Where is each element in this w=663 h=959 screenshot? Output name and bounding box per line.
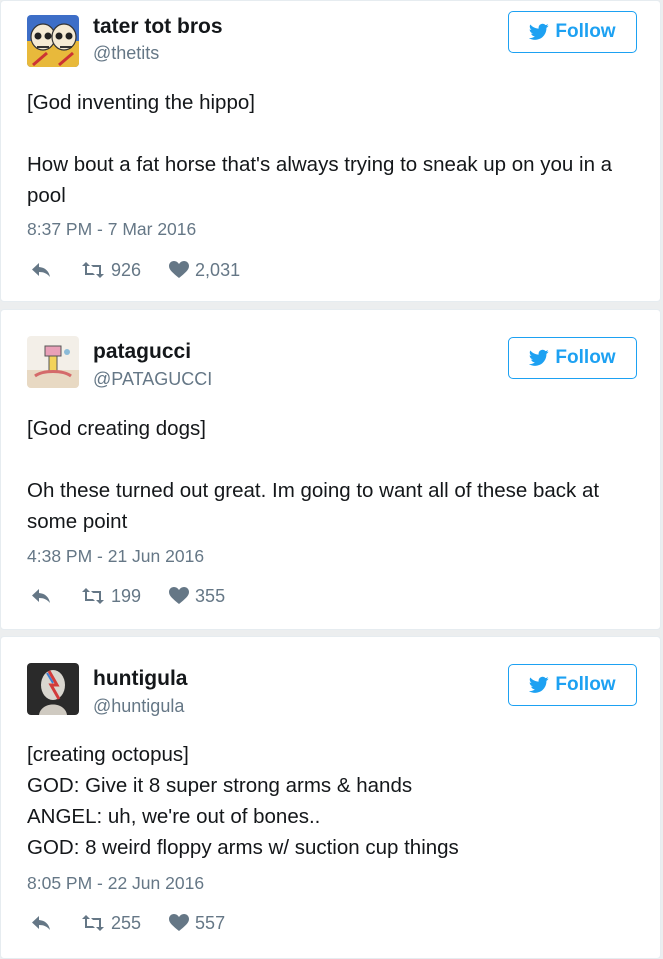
retweet-count: 199	[111, 585, 142, 606]
tweet-line: [God inventing the hippo]	[27, 91, 255, 114]
bird-icon	[529, 676, 550, 693]
tweet-line: How bout a fat horse that's always tryin…	[27, 153, 613, 207]
like-button[interactable]: 2,031	[169, 260, 240, 281]
tweet-line: Oh these turned out great. Im going to w…	[27, 479, 600, 533]
reply-button[interactable]	[31, 262, 53, 278]
follow-label: Follow	[555, 347, 616, 368]
follow-button[interactable]: Follow	[508, 11, 637, 53]
follow-label: Follow	[555, 674, 616, 695]
retweet-icon	[82, 588, 104, 604]
reply-button[interactable]	[31, 915, 53, 931]
reply-icon	[32, 589, 50, 603]
reply-icon	[32, 916, 50, 930]
like-count: 557	[195, 912, 226, 933]
like-count: 2,031	[195, 259, 241, 280]
tweet-card: huntigula @huntigula Follow [creating oc…	[0, 636, 661, 959]
display-name[interactable]: patagucci	[93, 340, 191, 364]
tweet-text: [creating octopus] GOD: Give it 8 super …	[27, 739, 636, 863]
tweet-text: [God inventing the hippo] How bout a fat…	[27, 87, 636, 211]
retweet-icon	[82, 915, 104, 931]
tweet-card: patagucci @PATAGUCCI Follow [God creatin…	[0, 309, 661, 630]
bird-icon	[529, 23, 550, 40]
user-handle[interactable]: @thetits	[93, 43, 159, 64]
like-button[interactable]: 355	[169, 586, 225, 607]
like-button[interactable]: 557	[169, 913, 225, 934]
tweet-actions: 255 557	[31, 911, 225, 935]
cartoon-drawing-avatar[interactable]	[27, 336, 79, 388]
tweet-line: ANGEL: uh, we're out of bones..	[27, 805, 321, 828]
follow-button[interactable]: Follow	[508, 664, 637, 706]
timestamp[interactable]: 8:05 PM - 22 Jun 2016	[27, 873, 204, 894]
tweet-card: tater tot bros @thetits Follow [God inve…	[0, 0, 661, 302]
bird-icon	[529, 349, 550, 366]
retweet-icon	[82, 262, 104, 278]
heart-icon	[169, 261, 190, 278]
follow-label: Follow	[555, 21, 616, 42]
retweet-button[interactable]: 255	[81, 913, 141, 934]
tweet-line: [God creating dogs]	[27, 417, 206, 440]
retweet-button[interactable]: 926	[81, 260, 141, 281]
tweet-actions: 926 2,031	[31, 258, 240, 282]
timestamp[interactable]: 8:37 PM - 7 Mar 2016	[27, 219, 196, 240]
tweet-text: [God creating dogs] Oh these turned out …	[27, 413, 636, 537]
tweet-line: GOD: 8 weird floppy arms w/ suction cup …	[27, 836, 459, 859]
user-handle[interactable]: @huntigula	[93, 696, 184, 717]
follow-button[interactable]: Follow	[508, 337, 637, 379]
tweet-actions: 199 355	[31, 584, 225, 608]
reply-button[interactable]	[31, 588, 53, 604]
tweet-line: GOD: Give it 8 super strong arms & hands	[27, 774, 413, 797]
reply-icon	[32, 263, 50, 277]
timestamp[interactable]: 4:38 PM - 21 Jun 2016	[27, 546, 204, 567]
display-name[interactable]: huntigula	[93, 667, 187, 691]
statue-bust-avatar[interactable]	[27, 663, 79, 715]
like-count: 355	[195, 585, 226, 606]
two-skulls-avatar[interactable]	[27, 15, 79, 67]
retweet-count: 255	[111, 912, 142, 933]
user-handle[interactable]: @PATAGUCCI	[93, 369, 212, 390]
retweet-count: 926	[111, 259, 142, 280]
heart-icon	[169, 914, 190, 931]
display-name[interactable]: tater tot bros	[93, 15, 223, 39]
heart-icon	[169, 587, 190, 604]
tweet-line: [creating octopus]	[27, 743, 189, 766]
retweet-button[interactable]: 199	[81, 586, 141, 607]
